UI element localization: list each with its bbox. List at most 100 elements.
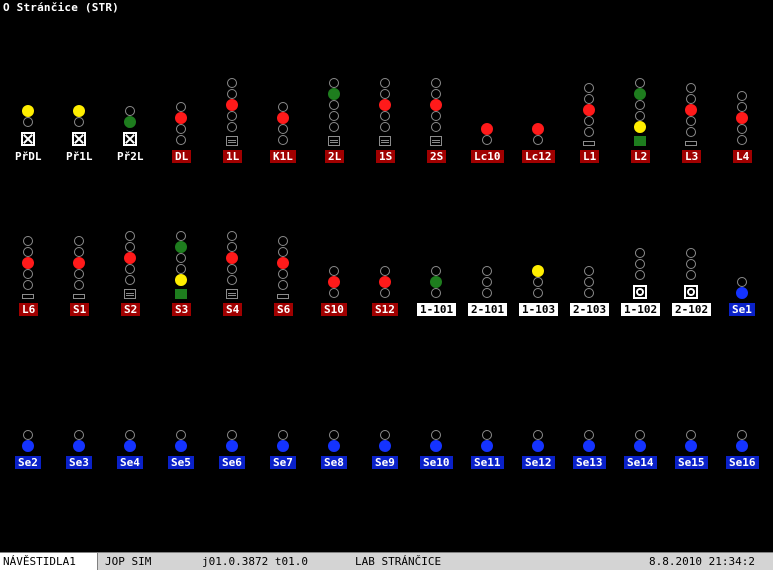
lamp-blue: [736, 440, 748, 452]
target-box-icon[interactable]: [684, 285, 698, 299]
status-tab-navestidla[interactable]: NÁVĚSTIDLA1: [0, 553, 98, 570]
lamp-dark: [635, 100, 645, 110]
signal-label-l3[interactable]: L3: [682, 150, 702, 163]
lamp-dark: [329, 266, 339, 276]
lamp-dark: [584, 94, 594, 104]
signal-label-se9[interactable]: Se9: [372, 456, 398, 469]
lamp-dark: [635, 111, 645, 121]
shunt-indicator: [226, 289, 238, 299]
signal-label-lc10[interactable]: Lc10: [471, 150, 504, 163]
target-box-icon[interactable]: [633, 285, 647, 299]
signal-label-se4[interactable]: Se4: [117, 456, 143, 469]
signal-label-se2[interactable]: Se2: [15, 456, 41, 469]
signal-label-2-103[interactable]: 2-103: [570, 303, 610, 316]
crossed-box-icon[interactable]: [72, 132, 86, 146]
status-datetime: 8.8.2010 21:34:2: [649, 555, 755, 568]
signal-label-1-102[interactable]: 1-102: [621, 303, 661, 316]
signal-label-l2[interactable]: L2: [631, 150, 651, 163]
signal-label-se7[interactable]: Se7: [270, 456, 296, 469]
signal-label-se3[interactable]: Se3: [66, 456, 92, 469]
signal-label-se16[interactable]: Se16: [726, 456, 759, 469]
shunt-indicator: [73, 294, 85, 299]
lamp-red: [328, 276, 340, 288]
lamp-dark: [380, 111, 390, 121]
lamp-dark: [584, 116, 594, 126]
signal-label-přdl[interactable]: PřDL: [12, 150, 45, 163]
lamp-dark: [227, 111, 237, 121]
signal-label-s10[interactable]: S10: [321, 303, 347, 316]
lamp-dark: [125, 430, 135, 440]
lamp-blue: [328, 440, 340, 452]
lamp-dark: [737, 430, 747, 440]
signal-label-1-101[interactable]: 1-101: [417, 303, 457, 316]
signal-label-k1l[interactable]: K1L: [270, 150, 296, 163]
signal-label-se13[interactable]: Se13: [573, 456, 606, 469]
signal-label-př2l[interactable]: Př2L: [114, 150, 147, 163]
lamp-dark: [686, 270, 696, 280]
lamp-yellow: [22, 105, 34, 117]
signal-label-l4[interactable]: L4: [733, 150, 753, 163]
lamp-dark: [482, 288, 492, 298]
signal-label-lc12[interactable]: Lc12: [522, 150, 555, 163]
lamp-dark: [380, 266, 390, 276]
shunt-indicator: [226, 136, 238, 146]
lamp-blue: [634, 440, 646, 452]
signal-label-se11[interactable]: Se11: [471, 456, 504, 469]
lamp-yellow: [175, 274, 187, 286]
signal-label-1s[interactable]: 1S: [376, 150, 396, 163]
lamp-dark: [176, 264, 186, 274]
lamp-dark: [176, 231, 186, 241]
signal-label-l1[interactable]: L1: [580, 150, 600, 163]
signal-label-se14[interactable]: Se14: [624, 456, 657, 469]
lamp-red: [481, 123, 493, 135]
crossed-box-icon[interactable]: [123, 132, 137, 146]
lamp-dark: [431, 430, 441, 440]
signal-label-2s[interactable]: 2S: [427, 150, 447, 163]
lamp-dark: [227, 430, 237, 440]
status-bar: NÁVĚSTIDLA1 JOP SIM j01.0.3872 t01.0 LAB…: [0, 552, 773, 570]
lamp-dark: [533, 430, 543, 440]
signal-label-1l[interactable]: 1L: [223, 150, 243, 163]
lamp-dark: [533, 277, 543, 287]
signal-label-s3[interactable]: S3: [172, 303, 192, 316]
signal-label-se15[interactable]: Se15: [675, 456, 708, 469]
lamp-blue: [73, 440, 85, 452]
lamp-blue: [379, 440, 391, 452]
lamp-dark: [431, 89, 441, 99]
signal-label-př1l[interactable]: Př1L: [63, 150, 96, 163]
signal-label-dl[interactable]: DL: [172, 150, 192, 163]
lamp-dark: [278, 135, 288, 145]
lamp-dark: [686, 94, 696, 104]
lamp-dark: [23, 280, 33, 290]
lamp-dark: [125, 264, 135, 274]
lamp-dark: [23, 430, 33, 440]
lamp-dark: [227, 275, 237, 285]
signal-label-s4[interactable]: S4: [223, 303, 243, 316]
signal-label-s12[interactable]: S12: [372, 303, 398, 316]
signal-label-s6[interactable]: S6: [274, 303, 294, 316]
signal-label-se12[interactable]: Se12: [522, 456, 555, 469]
lamp-dark: [176, 253, 186, 263]
lamp-blue: [685, 440, 697, 452]
signal-label-1-103[interactable]: 1-103: [519, 303, 559, 316]
lamp-dark: [74, 236, 84, 246]
signal-label-2l[interactable]: 2L: [325, 150, 345, 163]
signal-label-2-101[interactable]: 2-101: [468, 303, 508, 316]
lamp-blue: [481, 440, 493, 452]
signal-label-se10[interactable]: Se10: [420, 456, 453, 469]
signal-label-s1[interactable]: S1: [70, 303, 90, 316]
lamp-red: [583, 104, 595, 116]
signal-label-se5[interactable]: Se5: [168, 456, 194, 469]
signal-label-se8[interactable]: Se8: [321, 456, 347, 469]
lamp-dark: [329, 288, 339, 298]
crossed-box-icon[interactable]: [21, 132, 35, 146]
signal-label-se1[interactable]: Se1: [729, 303, 755, 316]
lamp-dark: [74, 430, 84, 440]
lamp-red: [736, 112, 748, 124]
signal-label-se6[interactable]: Se6: [219, 456, 245, 469]
lamp-blue: [22, 440, 34, 452]
signal-label-2-102[interactable]: 2-102: [672, 303, 712, 316]
signal-label-l6[interactable]: L6: [19, 303, 39, 316]
lamp-dark: [227, 231, 237, 241]
signal-label-s2[interactable]: S2: [121, 303, 141, 316]
